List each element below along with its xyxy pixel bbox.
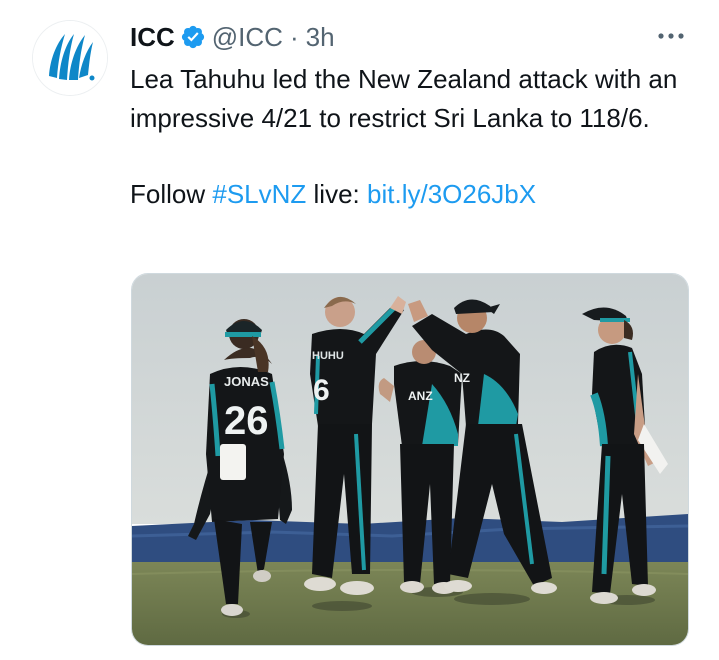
avatar[interactable] (32, 20, 108, 96)
url-link[interactable]: bit.ly/3O26JbX (367, 179, 536, 209)
jersey-number-6: 6 (313, 374, 330, 407)
photo-scene: JONAS 26 HUHU 6 ANZ NZ (132, 274, 688, 645)
separator-dot: · (289, 21, 299, 52)
live-text: live: (313, 179, 360, 209)
jersey-sponsor-nz: NZ (454, 371, 470, 385)
tweet-text: Lea Tahuhu led the New Zealand attack wi… (130, 60, 690, 214)
tweet-body: Lea Tahuhu led the New Zealand attack wi… (130, 64, 678, 133)
author-name[interactable]: ICC (130, 22, 175, 53)
hashtag-link[interactable]: #SLvNZ (212, 179, 306, 209)
author-handle[interactable]: @ICC (212, 22, 283, 53)
jersey-name-jonas: JONAS (224, 374, 269, 389)
tweet-card: ICC @ICC · 3h Lea Tahuhu led the New Zea… (0, 0, 719, 660)
tweet-photo[interactable]: JONAS 26 HUHU 6 ANZ NZ (131, 273, 689, 646)
jersey-name-tahuhu: HUHU (312, 350, 344, 362)
jersey-sponsor-anz: ANZ (408, 389, 433, 403)
tweet-timestamp[interactable]: 3h (306, 22, 335, 53)
follow-text: Follow (130, 179, 206, 209)
tweet-header: ICC @ICC · 3h (130, 20, 335, 54)
jersey-number-26: 26 (224, 399, 269, 443)
tweet-follow-line: Follow #SLvNZ live: bit.ly/3O26JbX (130, 175, 690, 214)
more-options-icon[interactable] (653, 24, 689, 48)
icc-logo-icon (33, 21, 107, 95)
verified-badge-icon (180, 24, 206, 50)
